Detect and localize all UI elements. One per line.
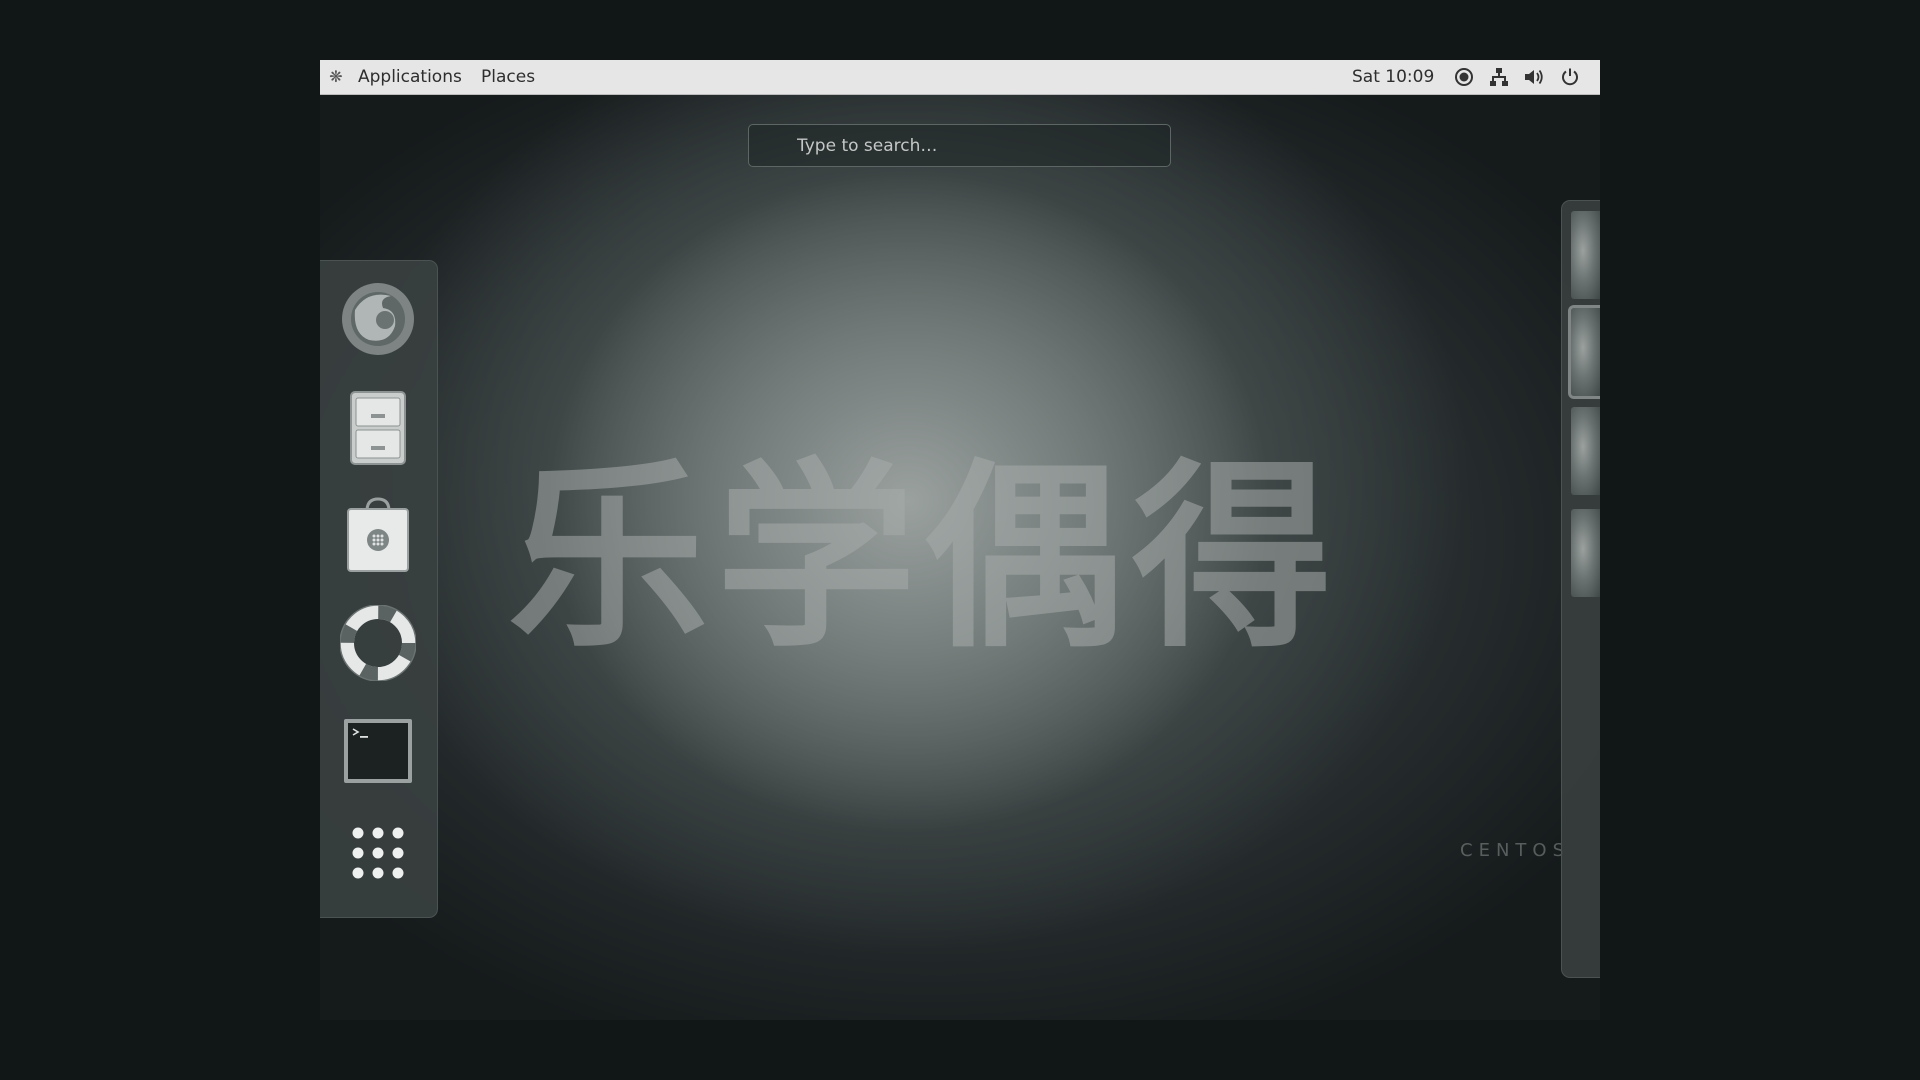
terminal-icon bbox=[344, 719, 412, 783]
workspace-switcher bbox=[1561, 200, 1600, 978]
power-icon[interactable] bbox=[1557, 60, 1583, 94]
gnome-foot-icon[interactable]: ❋ bbox=[322, 60, 350, 94]
firefox-icon bbox=[342, 283, 414, 355]
wallpaper-brand-text: CENTOS bbox=[1460, 840, 1570, 861]
help-icon bbox=[340, 605, 416, 681]
network-icon[interactable] bbox=[1486, 60, 1512, 94]
workspace-thumbnail-2[interactable] bbox=[1568, 305, 1600, 399]
volume-icon[interactable] bbox=[1521, 60, 1547, 94]
workspace-thumbnail-1[interactable] bbox=[1571, 211, 1600, 299]
dash-item-firefox[interactable] bbox=[338, 279, 418, 359]
applications-menu[interactable]: Applications bbox=[358, 60, 462, 94]
dash-item-files[interactable] bbox=[338, 387, 418, 467]
top-bar: ❋ Applications Places Sat 10:09 bbox=[320, 60, 1600, 95]
software-icon bbox=[347, 497, 409, 572]
wallpaper-watermark-text: 乐学偶得 bbox=[508, 442, 1341, 675]
show-applications-icon bbox=[352, 827, 404, 879]
dash-item-help[interactable] bbox=[338, 603, 418, 683]
gnome-desktop-screen: 乐学偶得 CENTOS ❋ Applications Places Sat 10… bbox=[320, 60, 1600, 1020]
places-menu[interactable]: Places bbox=[481, 60, 535, 94]
workspace-thumbnail-4[interactable] bbox=[1571, 509, 1600, 597]
workspace-thumbnail-3[interactable] bbox=[1571, 407, 1600, 495]
search-input[interactable] bbox=[748, 124, 1171, 167]
accessibility-icon[interactable] bbox=[1451, 60, 1477, 94]
dash bbox=[320, 260, 438, 918]
show-applications-button[interactable] bbox=[338, 813, 418, 893]
clock[interactable]: Sat 10:09 bbox=[1352, 60, 1434, 94]
dash-item-terminal[interactable] bbox=[338, 711, 418, 791]
dash-item-software[interactable] bbox=[338, 495, 418, 575]
files-icon bbox=[350, 391, 406, 465]
